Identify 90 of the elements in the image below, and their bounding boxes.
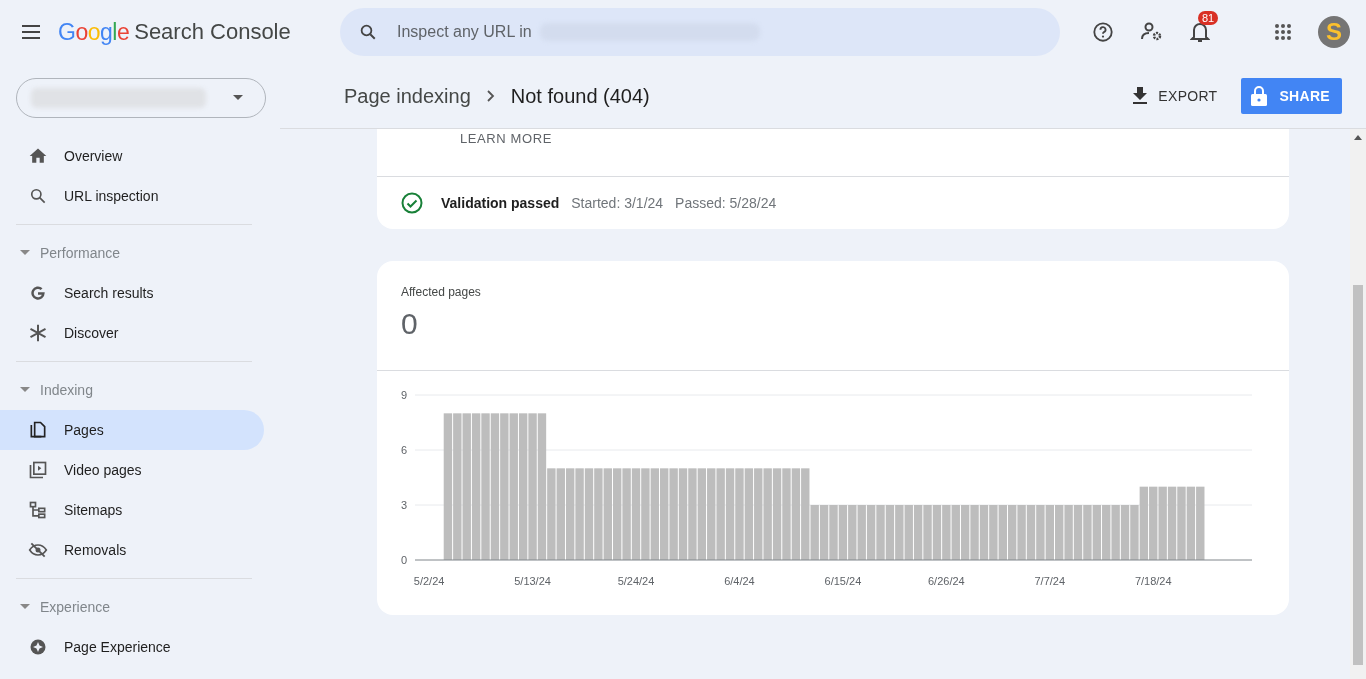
- x-tick-label: 6/15/24: [824, 575, 862, 587]
- section-title: Indexing: [40, 382, 93, 398]
- bar: [1092, 505, 1102, 560]
- nav-item[interactable]: Pages: [0, 410, 264, 450]
- x-tick-label: 5/2/24: [413, 575, 445, 587]
- bar: [998, 505, 1007, 560]
- product-name: Search Console: [134, 19, 291, 45]
- bar: [1111, 505, 1120, 560]
- bar: [838, 505, 848, 560]
- bar: [1073, 505, 1083, 560]
- video-icon: [28, 460, 48, 480]
- home-icon: [28, 146, 48, 166]
- x-tick-label: 5/24/24: [617, 575, 655, 587]
- chevron-right-icon: [486, 90, 495, 102]
- y-tick-label: 0: [400, 554, 407, 566]
- bar: [904, 505, 913, 560]
- nav-item[interactable]: Video pages: [0, 450, 264, 490]
- section-title: Performance: [40, 245, 121, 261]
- nav-item[interactable]: Search results: [0, 273, 264, 313]
- bar: [979, 505, 989, 560]
- bar: [942, 505, 951, 560]
- bar: [1130, 505, 1139, 560]
- nav-item[interactable]: Discover: [0, 313, 264, 353]
- bar: [829, 505, 838, 560]
- bar: [1017, 505, 1026, 560]
- export-button[interactable]: EXPORT: [1124, 79, 1226, 113]
- page-title: Not found (404): [510, 84, 650, 108]
- bar: [970, 505, 979, 560]
- scroll-up-arrow-icon[interactable]: [1354, 135, 1362, 140]
- y-tick-label: 3: [400, 499, 407, 511]
- eye-off-icon: [28, 540, 48, 560]
- x-tick-label: 6/26/24: [928, 575, 965, 587]
- bar: [1102, 505, 1111, 560]
- bar: [1008, 505, 1017, 560]
- x-tick-label: 7/7/24: [1034, 575, 1066, 587]
- bar: [857, 505, 866, 560]
- download-icon: [1132, 87, 1149, 105]
- nav-item[interactable]: URL inspection: [0, 176, 264, 216]
- bar: [819, 505, 829, 560]
- bar: [1055, 505, 1064, 560]
- x-tick-label: 7/18/24: [1134, 575, 1172, 587]
- share-button[interactable]: SHARE: [1241, 78, 1342, 114]
- bar: [1083, 505, 1092, 560]
- passed-date: Passed: 5/28/24: [675, 195, 777, 211]
- bar: [876, 505, 885, 560]
- validation-status: Validation passed: [441, 195, 560, 211]
- search-icon: [28, 186, 48, 206]
- x-tick-label: 6/4/24: [724, 575, 755, 587]
- lock-icon: [1251, 86, 1268, 106]
- nav-item[interactable]: Sitemaps: [0, 490, 264, 530]
- nav-item[interactable]: Page Experience: [0, 627, 264, 667]
- bar: [866, 505, 876, 560]
- bar: [1036, 505, 1045, 560]
- started-date: Started: 3/1/24: [571, 195, 664, 211]
- bar: [1064, 505, 1073, 560]
- pages-icon: [28, 420, 48, 440]
- bar: [960, 505, 970, 560]
- bar: [989, 505, 998, 560]
- scrollbar[interactable]: [1350, 129, 1366, 679]
- bar: [923, 505, 932, 560]
- bar: [913, 505, 923, 560]
- section-title: Experience: [40, 599, 111, 615]
- bar: [1120, 505, 1130, 560]
- metric-value: 0: [401, 307, 419, 341]
- bar: [932, 505, 942, 560]
- learn-more-link[interactable]: LEARN MORE: [460, 131, 552, 146]
- apps-grid-icon[interactable]: [1274, 23, 1292, 41]
- help-icon[interactable]: [1092, 21, 1114, 43]
- plus-circle-icon: [28, 637, 48, 657]
- search-icon: [359, 23, 377, 41]
- metric-label: Affected pages: [401, 285, 482, 299]
- google-logo: Google: [58, 18, 130, 46]
- y-tick-label: 9: [400, 389, 407, 401]
- user-settings-icon[interactable]: [1140, 21, 1164, 43]
- bar: [895, 505, 904, 560]
- breadcrumb-link[interactable]: Page indexing: [344, 84, 471, 108]
- nav-item[interactable]: Overview: [0, 136, 264, 176]
- bar: [951, 505, 960, 560]
- bar: [848, 505, 857, 560]
- bar: [1026, 505, 1036, 560]
- x-tick-label: 5/13/24: [514, 575, 551, 587]
- asterisk-icon: [28, 323, 48, 343]
- bell-icon[interactable]: [1190, 21, 1210, 43]
- g-icon: [28, 283, 48, 303]
- sitemap-icon: [28, 500, 48, 520]
- notification-count: 81: [1198, 11, 1219, 25]
- bar: [885, 505, 895, 560]
- nav-item[interactable]: Removals: [0, 530, 264, 570]
- y-tick-label: 6: [400, 444, 407, 456]
- bar: [1045, 505, 1054, 560]
